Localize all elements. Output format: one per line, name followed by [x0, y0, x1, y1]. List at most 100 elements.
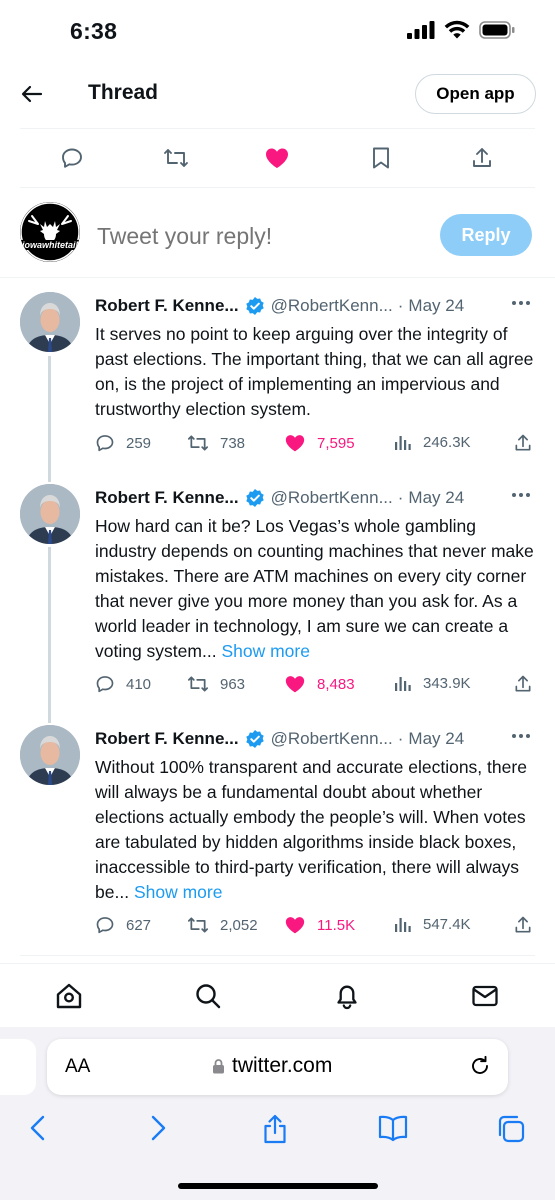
back-chevron-icon[interactable] [28, 1114, 48, 1142]
reply-count-button[interactable]: 259 [95, 433, 151, 453]
like-count-button[interactable]: 7,595 [284, 433, 355, 453]
separator-dot: · [397, 488, 404, 507]
author-handle[interactable]: @RobertKenn... [271, 488, 393, 508]
tweet-text: Without 100% transparent and accurate el… [95, 755, 535, 905]
author-name[interactable]: Robert F. Kenne... [95, 729, 239, 749]
notifications-icon[interactable] [333, 982, 361, 1010]
retweet-count-button[interactable]: 738 [187, 433, 245, 453]
more-options-icon[interactable] [511, 300, 531, 306]
avatar[interactable] [20, 484, 80, 544]
retweet-icon[interactable] [163, 146, 189, 170]
tweet[interactable]: Robert F. Kenne... @RobertKenn... · May … [0, 725, 555, 950]
retweet-count-button[interactable]: 2,052 [187, 915, 258, 935]
status-icons [407, 20, 515, 39]
reply-count: 410 [126, 675, 152, 693]
open-app-button[interactable]: Open app [415, 74, 536, 114]
tabs-icon[interactable] [496, 1114, 526, 1144]
tweet[interactable]: Robert F. Kenne... @RobertKenn... · May … [0, 484, 555, 704]
reply-icon [95, 915, 115, 935]
like-icon [284, 433, 306, 453]
avatar[interactable] [20, 725, 80, 785]
tweet-date[interactable]: May 24 [408, 488, 464, 508]
views-icon [394, 915, 412, 933]
wifi-icon [444, 20, 470, 39]
views-icon [394, 433, 412, 451]
deer-logo-icon [20, 202, 80, 262]
views-count-button[interactable]: 246.3K [394, 433, 471, 451]
reply-icon [95, 674, 115, 694]
thread-header: Thread Open app [0, 62, 555, 128]
reply-button[interactable]: Reply [440, 214, 532, 256]
more-options-icon[interactable] [511, 492, 531, 498]
like-count-button[interactable]: 11.5K [284, 915, 355, 935]
divider [20, 955, 535, 956]
views-count: 246.3K [423, 433, 471, 451]
views-count-button[interactable]: 343.9K [394, 674, 471, 692]
avatar[interactable] [20, 292, 80, 352]
battery-icon [479, 20, 515, 39]
like-count-button[interactable]: 8,483 [284, 674, 355, 694]
author-handle[interactable]: @RobertKenn... [271, 296, 393, 316]
back-arrow-icon[interactable] [20, 82, 44, 106]
like-icon [284, 674, 306, 694]
show-more-link[interactable]: Show more [134, 882, 223, 902]
share-sheet-icon[interactable] [261, 1114, 289, 1144]
share-icon [513, 674, 533, 694]
retweet-count: 738 [220, 434, 246, 452]
address-bar[interactable]: AA twitter.com [47, 1039, 508, 1095]
previous-tab-preview[interactable] [0, 1039, 36, 1095]
tweet-text-content: How hard can it be? Los Vegas’s whole ga… [95, 516, 534, 661]
reply-count: 627 [126, 916, 152, 934]
reader-settings-button[interactable]: AA [65, 1056, 90, 1078]
tweet[interactable]: Robert F. Kenne... @RobertKenn... · May … [0, 292, 555, 472]
home-icon[interactable] [55, 982, 83, 1010]
author-name[interactable]: Robert F. Kenne... [95, 296, 239, 316]
status-time: 6:38 [70, 18, 118, 44]
views-count-button[interactable]: 547.4K [394, 915, 471, 933]
share-button[interactable] [513, 674, 533, 694]
share-button[interactable] [513, 915, 533, 935]
verified-badge-icon [245, 729, 265, 749]
like-icon[interactable] [264, 146, 290, 170]
url-text: twitter.com [232, 1054, 333, 1077]
views-count: 547.4K [423, 915, 471, 933]
divider [20, 187, 535, 188]
forward-chevron-icon[interactable] [148, 1114, 168, 1142]
messages-icon[interactable] [471, 982, 499, 1010]
tweet-header: Robert F. Kenne... @RobertKenn... · May … [95, 294, 464, 318]
author-handle[interactable]: @RobertKenn... [271, 729, 393, 749]
tweet-header: Robert F. Kenne... @RobertKenn... · May … [95, 486, 464, 510]
reply-count: 259 [126, 434, 152, 452]
reply-count-button[interactable]: 410 [95, 674, 151, 694]
reply-input[interactable] [97, 223, 417, 250]
bookmark-icon[interactable] [370, 146, 392, 170]
retweet-icon [187, 433, 209, 453]
author-name[interactable]: Robert F. Kenne... [95, 488, 239, 508]
browser-toolbar: AA twitter.com [0, 1027, 555, 1200]
tweet-date[interactable]: May 24 [408, 296, 464, 316]
more-options-icon[interactable] [511, 733, 531, 739]
search-icon[interactable] [194, 982, 222, 1010]
retweet-count: 2,052 [220, 916, 258, 934]
show-more-link[interactable]: Show more [221, 641, 310, 661]
url-display[interactable]: twitter.com [212, 1054, 332, 1078]
tweet-text-content: It serves no point to keep arguing over … [95, 324, 534, 419]
tweet-date[interactable]: May 24 [408, 729, 464, 749]
signal-icon [407, 20, 435, 39]
like-count: 11.5K [317, 916, 356, 934]
tweet-text: How hard can it be? Los Vegas’s whole ga… [95, 514, 535, 664]
share-icon[interactable] [470, 146, 494, 170]
retweet-count-button[interactable]: 963 [187, 674, 245, 694]
reply-count-button[interactable]: 627 [95, 915, 151, 935]
tweet-text-content: Without 100% transparent and accurate el… [95, 757, 527, 902]
verified-badge-icon [245, 296, 265, 316]
bookmarks-icon[interactable] [377, 1114, 409, 1142]
separator-dot: · [397, 729, 404, 748]
reply-icon[interactable] [60, 146, 84, 170]
bottom-nav [0, 963, 555, 1027]
reload-icon[interactable] [468, 1054, 492, 1078]
reply-composer: iowawhitetail Reply [0, 190, 555, 278]
share-button[interactable] [513, 433, 533, 453]
tweet-header: Robert F. Kenne... @RobertKenn... · May … [95, 727, 464, 751]
status-bar: 6:38 [0, 0, 555, 62]
